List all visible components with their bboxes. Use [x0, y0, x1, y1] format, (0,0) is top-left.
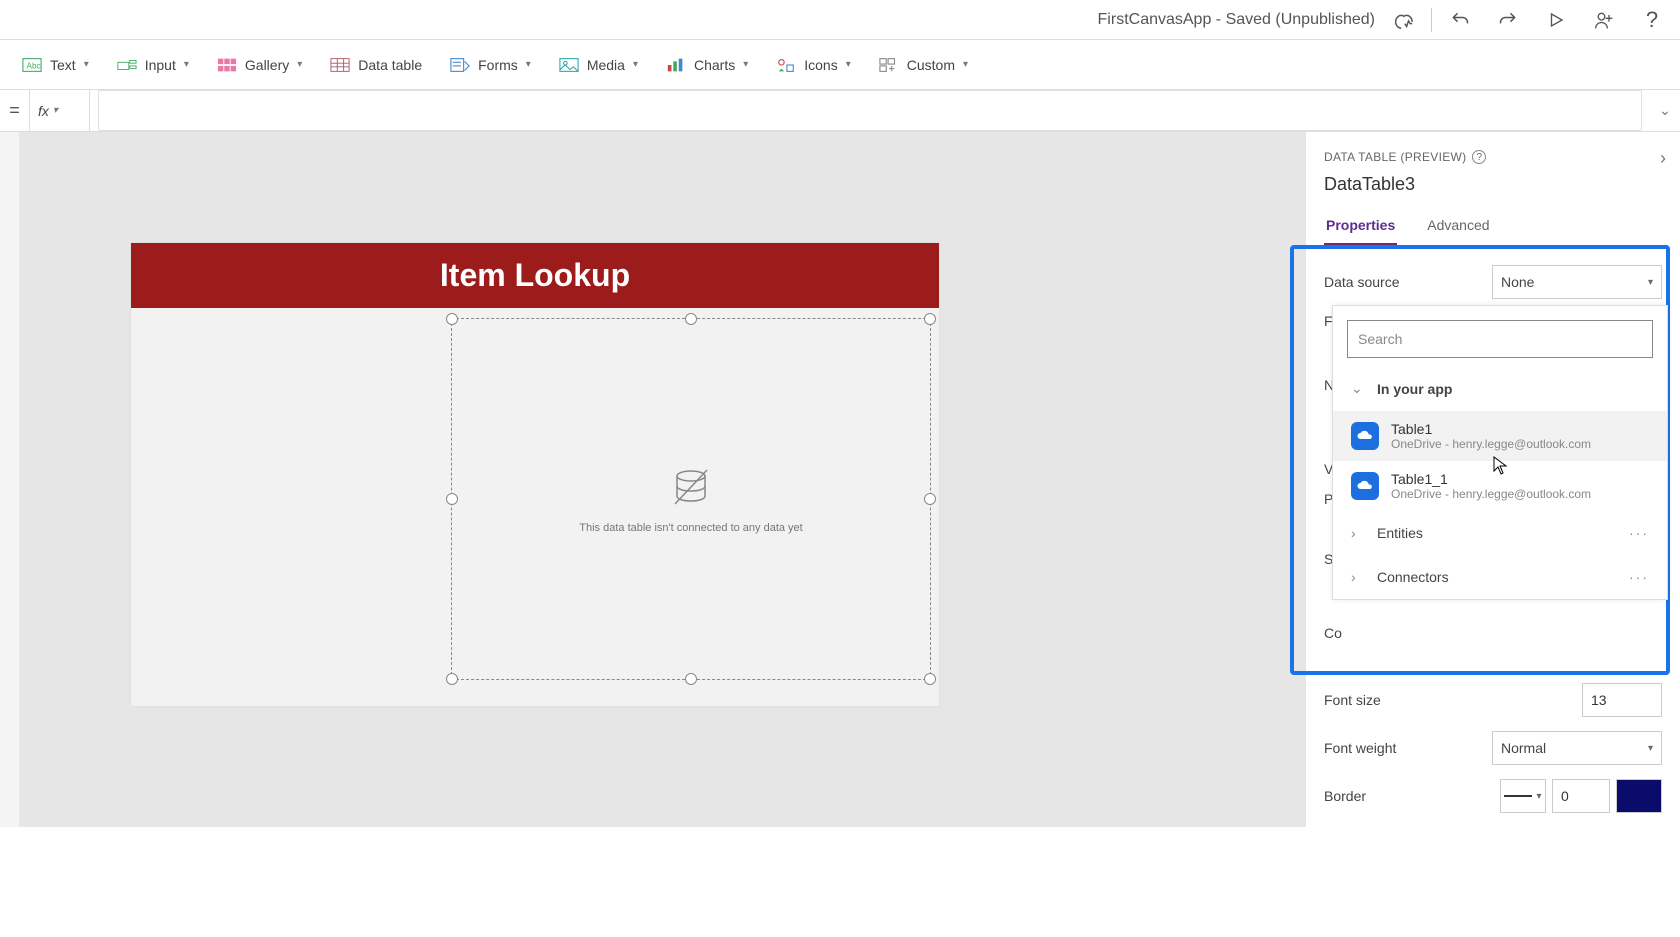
main-area: Item Lookup This data table isn't connec…: [0, 132, 1680, 827]
border-style-dropdown[interactable]: ▾: [1500, 779, 1546, 813]
formula-expand[interactable]: ⌄: [1650, 102, 1680, 119]
resize-handle[interactable]: [685, 313, 697, 325]
chevron-down-icon: ▾: [84, 59, 89, 70]
resize-handle[interactable]: [685, 673, 697, 685]
resize-handle[interactable]: [924, 313, 936, 325]
onedrive-icon: [1351, 472, 1379, 500]
tab-properties[interactable]: Properties: [1324, 209, 1397, 246]
control-name: DataTable3: [1324, 174, 1662, 195]
ribbon-datatable[interactable]: Data table: [320, 49, 432, 81]
label-icon: Abc: [22, 55, 42, 75]
font-size-input[interactable]: 13: [1582, 683, 1662, 717]
prop-border-row: Border ▾ 0: [1324, 779, 1662, 813]
custom-icon: [879, 55, 899, 75]
fx-dropdown[interactable]: fx ▾: [30, 90, 90, 131]
section-entities[interactable]: › Entities ···: [1333, 511, 1667, 555]
input-icon: [117, 55, 137, 75]
chevron-down-icon: ⌄: [1351, 380, 1365, 397]
health-icon[interactable]: [1383, 0, 1423, 40]
font-weight-dropdown[interactable]: Normal ▾: [1492, 731, 1662, 765]
chevron-right-icon: ›: [1351, 525, 1365, 541]
formula-equals: =: [0, 90, 30, 131]
prop-label: Border: [1324, 788, 1366, 804]
database-empty-icon: [667, 464, 715, 512]
svg-text:Abc: Abc: [27, 61, 41, 70]
prop-label: Data source: [1324, 274, 1399, 290]
canvas[interactable]: Item Lookup This data table isn't connec…: [20, 132, 1305, 827]
chevron-down-icon: ▾: [1648, 277, 1653, 288]
data-table-control[interactable]: This data table isn't connected to any d…: [451, 318, 931, 680]
more-icon[interactable]: ···: [1629, 569, 1649, 585]
chevron-down-icon: ▾: [53, 105, 58, 116]
table-icon: [330, 55, 350, 75]
ribbon-text[interactable]: Abc Text▾: [12, 49, 99, 81]
icons-icon: [776, 55, 796, 75]
chart-icon: [666, 55, 686, 75]
onedrive-icon: [1351, 422, 1379, 450]
chevron-down-icon: ▾: [184, 59, 189, 70]
more-icon[interactable]: ···: [1629, 525, 1649, 541]
prop-label: Co: [1324, 625, 1342, 641]
redo-icon[interactable]: [1488, 0, 1528, 40]
empty-message: This data table isn't connected to any d…: [579, 522, 802, 534]
formula-input[interactable]: [98, 90, 1642, 131]
datasource-item-table1[interactable]: Table1 OneDrive - henry.legge@outlook.co…: [1333, 411, 1667, 461]
ribbon-charts[interactable]: Charts▾: [656, 49, 758, 81]
screen: Item Lookup This data table isn't connec…: [130, 242, 940, 707]
chevron-down-icon: ▾: [297, 59, 302, 70]
left-rail[interactable]: [0, 132, 20, 827]
chevron-down-icon: ▾: [526, 59, 531, 70]
datasource-item-table1-1[interactable]: Table1_1 OneDrive - henry.legge@outlook.…: [1333, 461, 1667, 511]
prop-label: Font size: [1324, 692, 1381, 708]
form-icon: [450, 55, 470, 75]
resize-handle[interactable]: [924, 673, 936, 685]
chevron-down-icon: ▾: [846, 59, 851, 70]
resize-handle[interactable]: [446, 673, 458, 685]
ribbon-custom[interactable]: Custom▾: [869, 49, 978, 81]
insert-ribbon: Abc Text▾ Input▾ Gallery▾ Data table For…: [0, 40, 1680, 90]
border-color-swatch[interactable]: [1616, 779, 1662, 813]
chevron-down-icon: ▾: [633, 59, 638, 70]
prop-label: Font weight: [1324, 740, 1396, 756]
border-width-input[interactable]: 0: [1552, 779, 1610, 813]
play-icon[interactable]: [1536, 0, 1576, 40]
control-type-caption: DATA TABLE (PREVIEW): [1324, 150, 1466, 164]
app-title: FirstCanvasApp - Saved (Unpublished): [1098, 11, 1375, 29]
prop-font-weight-row: Font weight Normal ▾: [1324, 731, 1662, 765]
properties-panel: DATA TABLE (PREVIEW) ? › DataTable3 Prop…: [1305, 132, 1680, 827]
media-icon: [559, 55, 579, 75]
chevron-down-icon: ▾: [743, 59, 748, 70]
chevron-right-icon: ›: [1351, 569, 1365, 585]
prop-font-size-row: Font size 13: [1324, 683, 1662, 717]
ribbon-icons[interactable]: Icons▾: [766, 49, 861, 81]
help-icon[interactable]: ?: [1632, 0, 1672, 40]
chevron-down-icon: ▾: [1536, 791, 1541, 802]
section-in-your-app[interactable]: ⌄ In your app: [1333, 366, 1667, 411]
search-input[interactable]: Search: [1347, 320, 1653, 358]
chevron-down-icon: ⌄: [1659, 102, 1671, 119]
page-title: Item Lookup: [131, 243, 939, 308]
chevron-down-icon: ▾: [963, 59, 968, 70]
chevron-down-icon: ▾: [1648, 743, 1653, 754]
ribbon-media[interactable]: Media▾: [549, 49, 648, 81]
ribbon-forms[interactable]: Forms▾: [440, 49, 541, 81]
ribbon-input[interactable]: Input▾: [107, 49, 199, 81]
resize-handle[interactable]: [446, 313, 458, 325]
resize-handle[interactable]: [446, 493, 458, 505]
title-bar: FirstCanvasApp - Saved (Unpublished) ?: [0, 0, 1680, 40]
undo-icon[interactable]: [1440, 0, 1480, 40]
help-icon[interactable]: ?: [1472, 150, 1486, 164]
resize-handle[interactable]: [924, 493, 936, 505]
section-connectors[interactable]: › Connectors ···: [1333, 555, 1667, 599]
data-source-dropdown[interactable]: None ▾: [1492, 265, 1662, 299]
ribbon-gallery[interactable]: Gallery▾: [207, 49, 312, 81]
formula-bar: = fx ▾ ⌄: [0, 90, 1680, 132]
gallery-icon: [217, 55, 237, 75]
data-source-picker: Search ⌄ In your app Table1 OneDrive - h…: [1332, 305, 1668, 600]
share-icon[interactable]: [1584, 0, 1624, 40]
collapse-panel-icon[interactable]: ›: [1660, 148, 1666, 169]
prop-data-source-row: Data source None ▾: [1324, 265, 1662, 299]
tab-advanced[interactable]: Advanced: [1425, 209, 1491, 246]
